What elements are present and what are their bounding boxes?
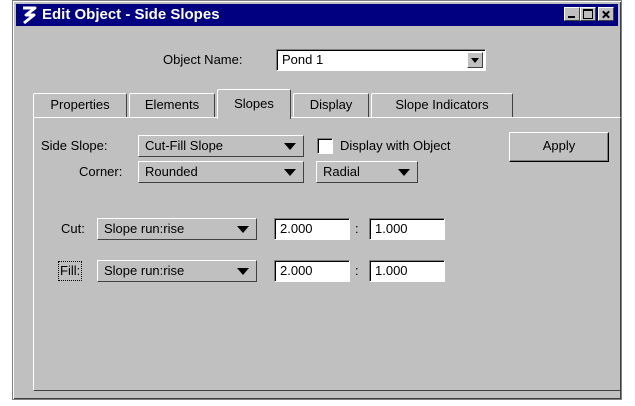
maximize-icon[interactable]	[580, 7, 596, 21]
corner-label: Corner:	[79, 164, 123, 179]
tab-elements[interactable]: Elements	[129, 93, 215, 117]
corner-method-dropdown[interactable]: Radial	[316, 161, 418, 183]
object-name-label: Object Name:	[163, 52, 243, 67]
fill-rise-field[interactable]: 1.000	[369, 260, 445, 282]
edit-object-dialog: Edit Object - Side Slopes Object Name: P…	[12, 0, 622, 400]
fill-method-dropdown[interactable]: Slope run:rise	[97, 260, 257, 282]
cut-method-dropdown[interactable]: Slope run:rise	[97, 218, 257, 240]
app-logo-icon	[23, 6, 37, 25]
minimize-icon[interactable]	[564, 7, 580, 21]
fill-label: Fill:	[57, 261, 83, 281]
tab-display[interactable]: Display	[293, 93, 369, 117]
object-name-select[interactable]: Pond 1	[276, 49, 486, 71]
side-slope-dropdown[interactable]: Cut-Fill Slope	[138, 135, 304, 157]
cut-label: Cut:	[61, 221, 85, 236]
dropdown-arrow-icon	[237, 226, 249, 233]
tab-properties[interactable]: Properties	[33, 93, 127, 117]
apply-button[interactable]: Apply	[509, 132, 609, 162]
cut-method-value: Slope run:rise	[104, 221, 185, 236]
corner-dropdown[interactable]: Rounded	[138, 161, 304, 183]
fill-method-value: Slope run:rise	[104, 263, 185, 278]
cut-separator: :	[355, 221, 359, 236]
dropdown-arrow-icon	[284, 143, 296, 150]
cut-rise-field[interactable]: 1.000	[369, 218, 445, 240]
fill-separator: :	[355, 263, 359, 278]
corner-value: Rounded	[145, 164, 198, 179]
side-slope-label: Side Slope:	[41, 138, 108, 153]
fill-run-field[interactable]: 2.000	[274, 260, 350, 282]
display-with-object-checkbox[interactable]	[317, 138, 333, 154]
tab-slopes[interactable]: Slopes	[217, 89, 291, 119]
cut-run-field[interactable]: 2.000	[274, 218, 350, 240]
side-slope-value: Cut-Fill Slope	[145, 138, 224, 153]
display-with-object-label[interactable]: Display with Object	[340, 138, 451, 154]
chevron-down-icon[interactable]	[467, 52, 483, 68]
window-title: Edit Object - Side Slopes	[42, 6, 220, 23]
dropdown-arrow-icon	[284, 169, 296, 176]
close-icon[interactable]	[598, 7, 614, 21]
title-bar[interactable]: Edit Object - Side Slopes	[16, 4, 618, 26]
object-name-value: Pond 1	[282, 52, 324, 67]
dropdown-arrow-icon	[398, 169, 410, 176]
dropdown-arrow-icon	[237, 268, 249, 275]
tab-slope-indicators[interactable]: Slope Indicators	[371, 93, 513, 117]
corner-method-value: Radial	[323, 164, 360, 179]
